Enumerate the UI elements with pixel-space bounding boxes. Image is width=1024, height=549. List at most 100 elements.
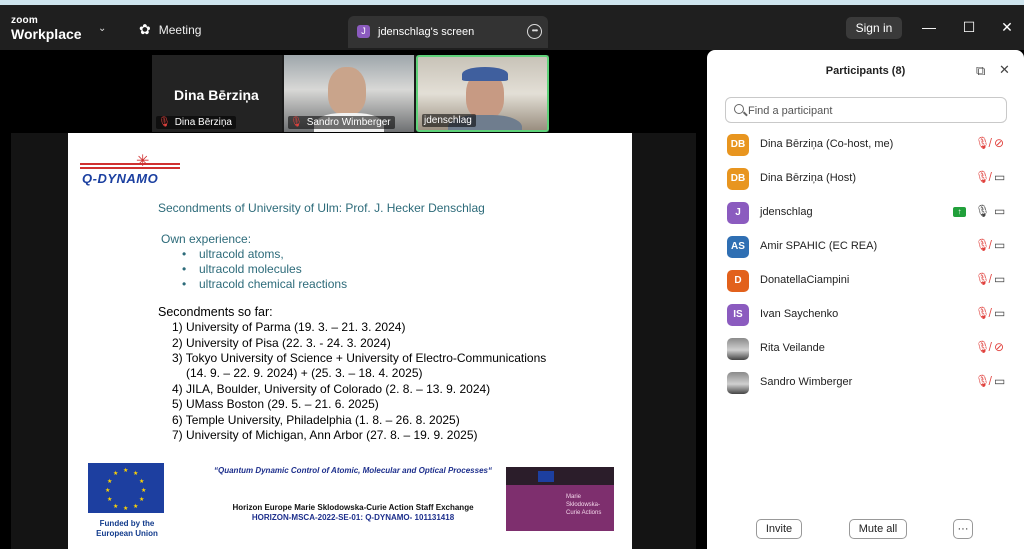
tile-name-tag: jdenschlag <box>422 114 476 127</box>
camera-icon[interactable]: ▭ <box>994 204 1005 218</box>
participant-row[interactable]: IS Ivan Saychenko 🎙︎̸ ▭ <box>707 297 1024 331</box>
search-input[interactable] <box>748 102 998 120</box>
meeting-icon: ✿ <box>139 21 151 37</box>
mic-icon[interactable]: 🎙︎ <box>975 204 990 218</box>
participant-name: Sandro Wimberger <box>760 376 853 388</box>
secondments-label: Secondments so far: <box>158 305 273 319</box>
close-window-icon[interactable]: ✕ <box>997 19 1017 36</box>
camera-icon[interactable]: ▭ <box>994 306 1005 320</box>
maximize-icon[interactable]: ☐ <box>959 19 979 36</box>
secondment-item: 3) Tokyo University of Science + Univers… <box>172 351 547 365</box>
logo-text: Q-DYNAMO <box>82 171 159 186</box>
experience-item: ultracold atoms, <box>182 247 284 261</box>
camera-icon[interactable]: ▭ <box>994 170 1005 184</box>
secondment-item: 4) JILA, Boulder, University of Colorado… <box>172 382 491 396</box>
meeting-stage: Dina Bērziņa 🎙︎ Dina Bērziņa 🎙︎ Sandro W… <box>0 50 707 549</box>
tile-name-tag: 🎙︎ Sandro Wimberger <box>288 116 395 129</box>
project-title: “Quantum Dynamic Control of Atomic, Mole… <box>214 466 492 475</box>
participants-panel: Participants (8) ⧉ ✕ DBDina Bērziņa (Co-… <box>707 50 1024 549</box>
title-bar: zoom Workplace ⌄ ✿ Meeting J jdenschlag'… <box>0 5 1024 50</box>
camera-icon[interactable]: ▭ <box>994 272 1005 286</box>
participant-row[interactable]: Sandro Wimberger 🎙︎̸ ▭ <box>707 365 1024 399</box>
tile-name: jdenschlag <box>424 115 472 126</box>
avatar: DB <box>727 134 749 156</box>
close-panel-icon[interactable]: ✕ <box>999 62 1010 78</box>
minimize-icon[interactable]: — <box>919 19 939 35</box>
tile-name: Sandro Wimberger <box>306 117 391 128</box>
shared-screen-area: ✳ Q-DYNAMO Secondments of University of … <box>11 133 696 549</box>
chevron-down-icon[interactable]: ⌄ <box>98 23 106 34</box>
avatar: IS <box>727 304 749 326</box>
brand-big-text: Workplace <box>11 26 82 42</box>
more-options-icon[interactable]: ••• <box>527 24 542 39</box>
eu-flag-small-icon <box>538 471 554 482</box>
mic-muted-icon[interactable]: 🎙︎̸ <box>975 340 990 354</box>
participant-row[interactable]: DB Dina Bērziņa (Co-host, me) 🎙︎̸ ⊘ <box>707 127 1024 161</box>
sign-in-button[interactable]: Sign in <box>846 17 902 39</box>
video-tile[interactable]: 🎙︎ Sandro Wimberger <box>284 55 414 132</box>
zoom-workplace-logo[interactable]: zoom Workplace <box>11 15 82 42</box>
participant-row[interactable]: DB Dina Bērziņa (Host) 🎙︎̸ ▭ <box>707 161 1024 195</box>
secondment-item: (14. 9. – 22. 9. 2024) + (25. 3. – 18. 4… <box>186 366 423 380</box>
participant-name: Rita Veilande <box>760 342 825 354</box>
logo-lines <box>80 163 180 169</box>
experience-item: ultracold molecules <box>182 262 302 276</box>
horizon-line: Horizon Europe Marie Sklodowska-Curie Ac… <box>232 503 474 512</box>
tile-display-name: Dina Bērziņa <box>174 87 259 103</box>
participant-name: Amir SPAHIC (EC REA) <box>760 240 878 252</box>
msca-text: Marie Skłodowska-Curie Actions <box>566 494 602 516</box>
invite-button[interactable]: Invite <box>756 519 802 539</box>
participant-row[interactable]: AS Amir SPAHIC (EC REA) 🎙︎̸ ▭ <box>707 229 1024 263</box>
meeting-tab[interactable]: ✿ Meeting <box>139 21 201 38</box>
participant-video <box>328 67 366 115</box>
mic-muted-icon[interactable]: 🎙︎̸ <box>975 136 990 150</box>
camera-off-icon[interactable]: ⊘ <box>994 136 1004 150</box>
participant-row[interactable]: Rita Veilande 🎙︎̸ ⊘ <box>707 331 1024 365</box>
mic-muted-icon[interactable]: 🎙︎̸ <box>975 272 990 286</box>
shared-screen-label: jdenschlag's screen <box>378 26 475 38</box>
mic-muted-icon[interactable]: 🎙︎̸ <box>975 170 990 184</box>
mute-all-button[interactable]: Mute all <box>849 519 907 539</box>
pop-out-icon[interactable]: ⧉ <box>976 63 985 79</box>
avatar <box>727 372 749 394</box>
video-tile-strip: Dina Bērziņa 🎙︎ Dina Bērziņa 🎙︎ Sandro W… <box>152 55 549 132</box>
q-dynamo-logo: ✳ Q-DYNAMO <box>80 151 182 189</box>
tile-name-tag: 🎙︎ Dina Bērziņa <box>156 116 236 129</box>
brand-small-text: zoom <box>11 15 38 26</box>
secondment-item: 6) Temple University, Philadelphia (1. 8… <box>172 413 460 427</box>
eu-flag-icon: ★ ★ ★ ★ ★ ★ ★ ★ ★ ★ ★ ★ <box>88 463 164 513</box>
avatar: J <box>727 202 749 224</box>
more-options-button[interactable]: ··· <box>953 519 973 539</box>
mic-muted-icon[interactable]: 🎙︎̸ <box>975 374 990 388</box>
mic-muted-icon[interactable]: 🎙︎̸ <box>975 306 990 320</box>
participant-name: Dina Bērziņa (Co-host, me) <box>760 138 894 150</box>
participant-row[interactable]: Jjdenschlag ↑ 🎙︎ ▭ <box>707 195 1024 229</box>
meeting-label: Meeting <box>158 22 202 37</box>
sharer-avatar: J <box>357 25 370 38</box>
secondment-item: 1) University of Parma (19. 3. – 21. 3. … <box>172 320 406 334</box>
avatar <box>727 338 749 360</box>
funded-by-text: Funded by the European Union <box>96 519 158 538</box>
shared-screen-tab[interactable]: J jdenschlag's screen ••• <box>348 16 548 48</box>
participant-search <box>725 97 1007 123</box>
video-tile-active-speaker[interactable]: jdenschlag <box>416 55 549 132</box>
grant-line: HORIZON-MSCA-2022-SE-01: Q-DYNAMO- 10113… <box>251 513 455 522</box>
screen-share-icon: ↑ <box>953 207 966 217</box>
mic-muted-icon[interactable]: 🎙︎̸ <box>975 238 990 252</box>
video-tile[interactable]: Dina Bērziņa 🎙︎ Dina Bērziņa <box>152 55 282 132</box>
camera-icon[interactable]: ▭ <box>994 374 1005 388</box>
own-experience-label: Own experience: <box>161 232 252 246</box>
camera-off-icon[interactable]: ⊘ <box>994 340 1004 354</box>
participant-name: DonatellaCiampini <box>760 274 850 286</box>
camera-icon[interactable]: ▭ <box>994 238 1005 252</box>
participant-name: Dina Bērziņa (Host) <box>760 172 856 184</box>
participant-row[interactable]: D DonatellaCiampini 🎙︎̸ ▭ <box>707 263 1024 297</box>
msca-logo-bar <box>506 467 614 485</box>
search-icon <box>734 104 744 114</box>
secondment-item: 2) University of Pisa (22. 3. - 24. 3. 2… <box>172 336 391 350</box>
secondment-item: 7) University of Michigan, Ann Arbor (27… <box>172 428 478 442</box>
avatar: D <box>727 270 749 292</box>
participant-name: jdenschlag <box>760 206 813 218</box>
experience-item: ultracold chemical reactions <box>182 277 347 291</box>
avatar: AS <box>727 236 749 258</box>
